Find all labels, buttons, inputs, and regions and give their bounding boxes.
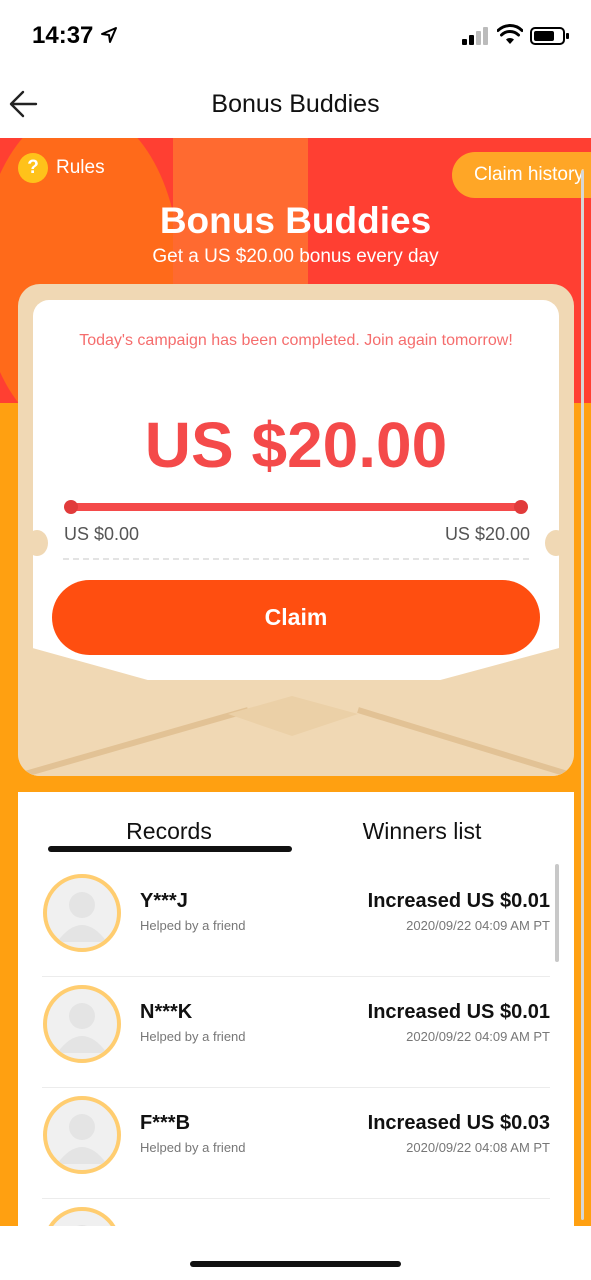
record-date: 2020/09/22 04:08 AM PT bbox=[406, 1140, 550, 1155]
ticket-notch-right bbox=[545, 530, 567, 556]
record-date: 2020/09/22 04:09 AM PT bbox=[406, 1029, 550, 1044]
progress-end-dot bbox=[514, 500, 528, 514]
avatar bbox=[43, 1207, 121, 1226]
record-amount: Increased US $0.01 bbox=[367, 890, 550, 912]
cellular-signal-icon bbox=[462, 27, 488, 45]
campaign-status-note: Today's campaign has been completed. Joi… bbox=[79, 332, 513, 349]
dashed-divider bbox=[63, 558, 529, 560]
user-silhouette-icon bbox=[77, 1225, 87, 1226]
progress-min-label: US $0.00 bbox=[64, 524, 140, 544]
user-silhouette-icon bbox=[57, 1114, 107, 1164]
wifi-icon bbox=[497, 24, 523, 44]
user-silhouette-icon bbox=[57, 892, 107, 942]
tab-winners-list[interactable]: Winners list bbox=[301, 818, 543, 845]
home-indicator[interactable] bbox=[190, 1261, 401, 1267]
status-time: 14:37 bbox=[32, 22, 94, 49]
claim-history-button[interactable]: Claim history bbox=[452, 152, 591, 198]
page-scrollbar[interactable] bbox=[581, 170, 584, 1220]
page-title: Bonus Buddies bbox=[211, 90, 380, 118]
nav-bar: Bonus Buddies bbox=[0, 70, 591, 138]
bonus-progress-bar bbox=[70, 503, 522, 511]
status-bar: 14:37 bbox=[0, 0, 591, 70]
tab-records[interactable]: Records bbox=[48, 818, 290, 845]
records-scrollbar[interactable] bbox=[555, 864, 559, 962]
record-row: F***B Helped by a friend Increased US $0… bbox=[42, 1088, 550, 1199]
record-name: N***K bbox=[140, 1001, 193, 1023]
bonus-envelope: Today's campaign has been completed. Joi… bbox=[18, 284, 574, 776]
records-panel: Records Winners list Y***J Helped by a f… bbox=[18, 792, 574, 1226]
progress-start-dot bbox=[64, 500, 78, 514]
avatar bbox=[43, 1096, 121, 1174]
hero-subtitle: Get a US $20.00 bonus every day bbox=[152, 246, 439, 267]
record-name: Y***J bbox=[140, 890, 188, 912]
record-name: F***B bbox=[140, 1112, 191, 1134]
record-row: Y***J Helped by a friend Increased US $0… bbox=[42, 866, 550, 977]
ticket-notch-left bbox=[26, 530, 48, 556]
record-row: N***K Helped by a friend Increased US $0… bbox=[42, 977, 550, 1088]
question-icon: ? bbox=[18, 153, 48, 183]
battery-icon bbox=[530, 27, 569, 45]
rules-label: Rules bbox=[56, 157, 105, 178]
record-row-partial bbox=[42, 1199, 550, 1226]
bonus-letter: Today's campaign has been completed. Joi… bbox=[33, 300, 559, 680]
bonus-hero: ? Rules Claim history Bonus Buddies Get … bbox=[0, 138, 591, 1226]
record-helped-text: Helped by a friend bbox=[140, 1029, 246, 1044]
rules-button[interactable]: ? Rules bbox=[18, 152, 105, 184]
active-tab-indicator bbox=[48, 846, 292, 852]
progress-max-label: US $20.00 bbox=[444, 524, 530, 544]
records-list: Y***J Helped by a friend Increased US $0… bbox=[42, 866, 550, 1226]
record-amount: Increased US $0.01 bbox=[367, 1001, 550, 1023]
avatar bbox=[43, 985, 121, 1063]
avatar bbox=[43, 874, 121, 952]
envelope-flap bbox=[18, 644, 574, 776]
location-arrow-icon bbox=[101, 27, 117, 43]
bonus-amount: US $20.00 bbox=[144, 409, 448, 481]
hero-title: Bonus Buddies bbox=[159, 200, 432, 241]
record-helped-text: Helped by a friend bbox=[140, 1140, 246, 1155]
record-date: 2020/09/22 04:09 AM PT bbox=[406, 918, 550, 933]
record-helped-text: Helped by a friend bbox=[140, 918, 246, 933]
record-amount: Increased US $0.03 bbox=[367, 1112, 550, 1134]
user-silhouette-icon bbox=[57, 1003, 107, 1053]
